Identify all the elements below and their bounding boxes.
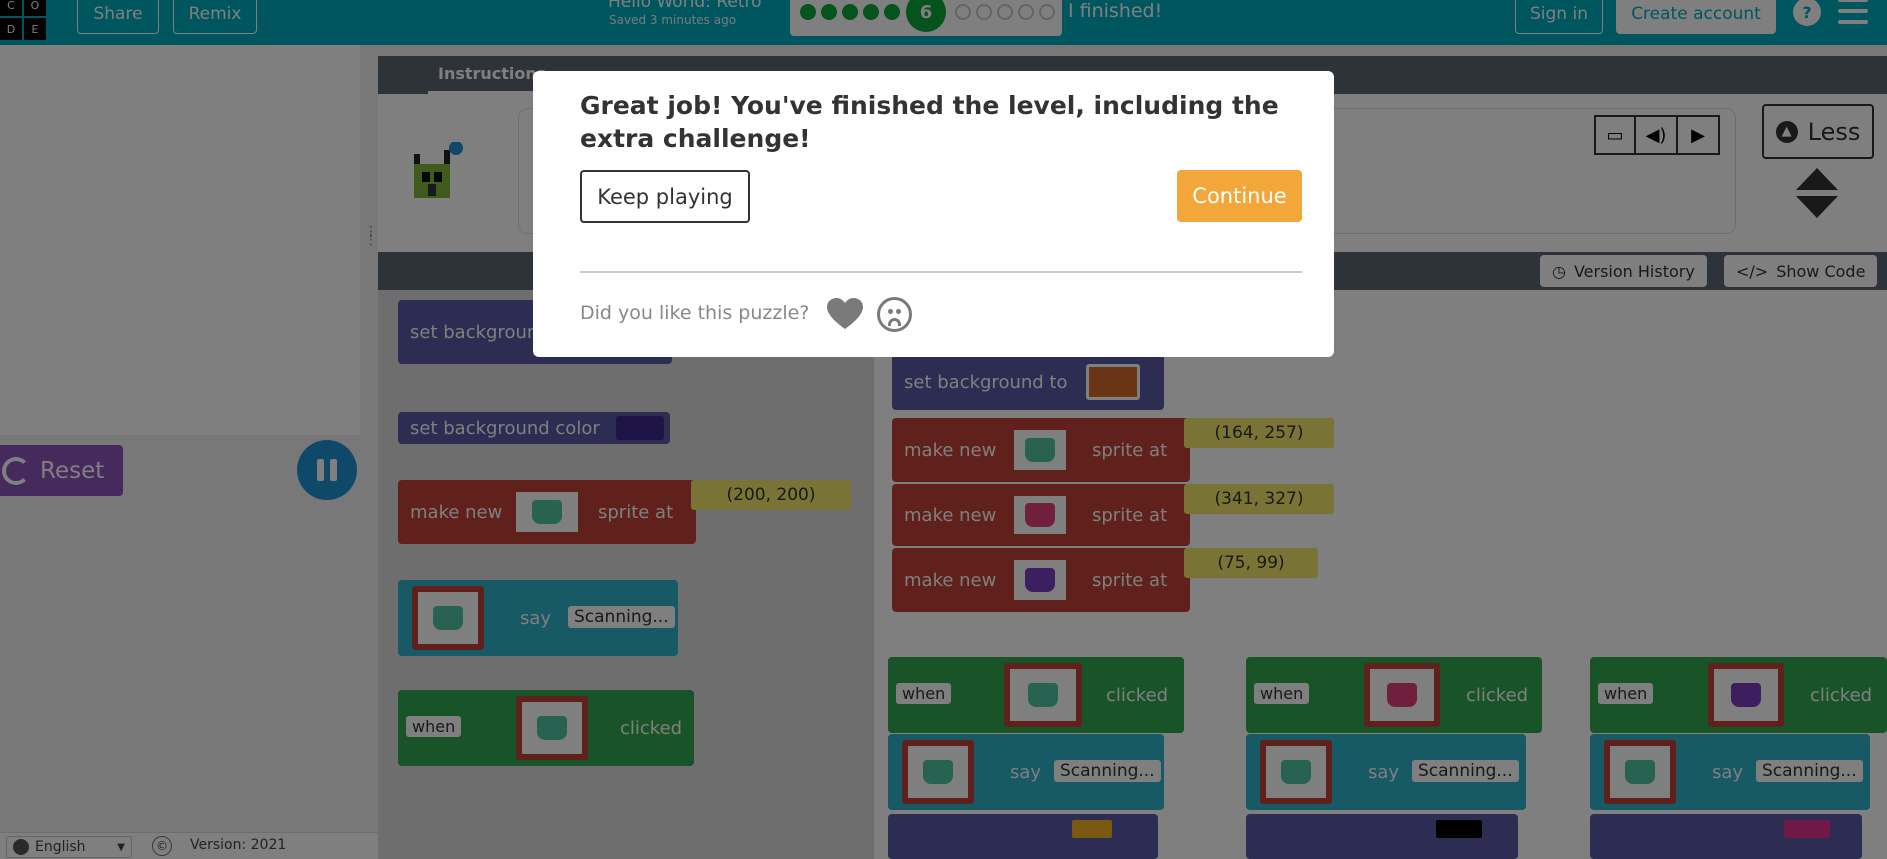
heart-icon[interactable]: [827, 298, 863, 330]
divider: [580, 271, 1302, 273]
dialog-title: Great job! You've finished the level, in…: [580, 91, 1279, 153]
frown-icon[interactable]: [877, 297, 912, 332]
keep-playing-button[interactable]: Keep playing: [580, 170, 750, 223]
continue-button[interactable]: Continue: [1177, 170, 1302, 222]
level-complete-dialog: Great job! You've finished the level, in…: [533, 71, 1334, 357]
feedback-question: Did you like this puzzle?: [580, 302, 810, 324]
